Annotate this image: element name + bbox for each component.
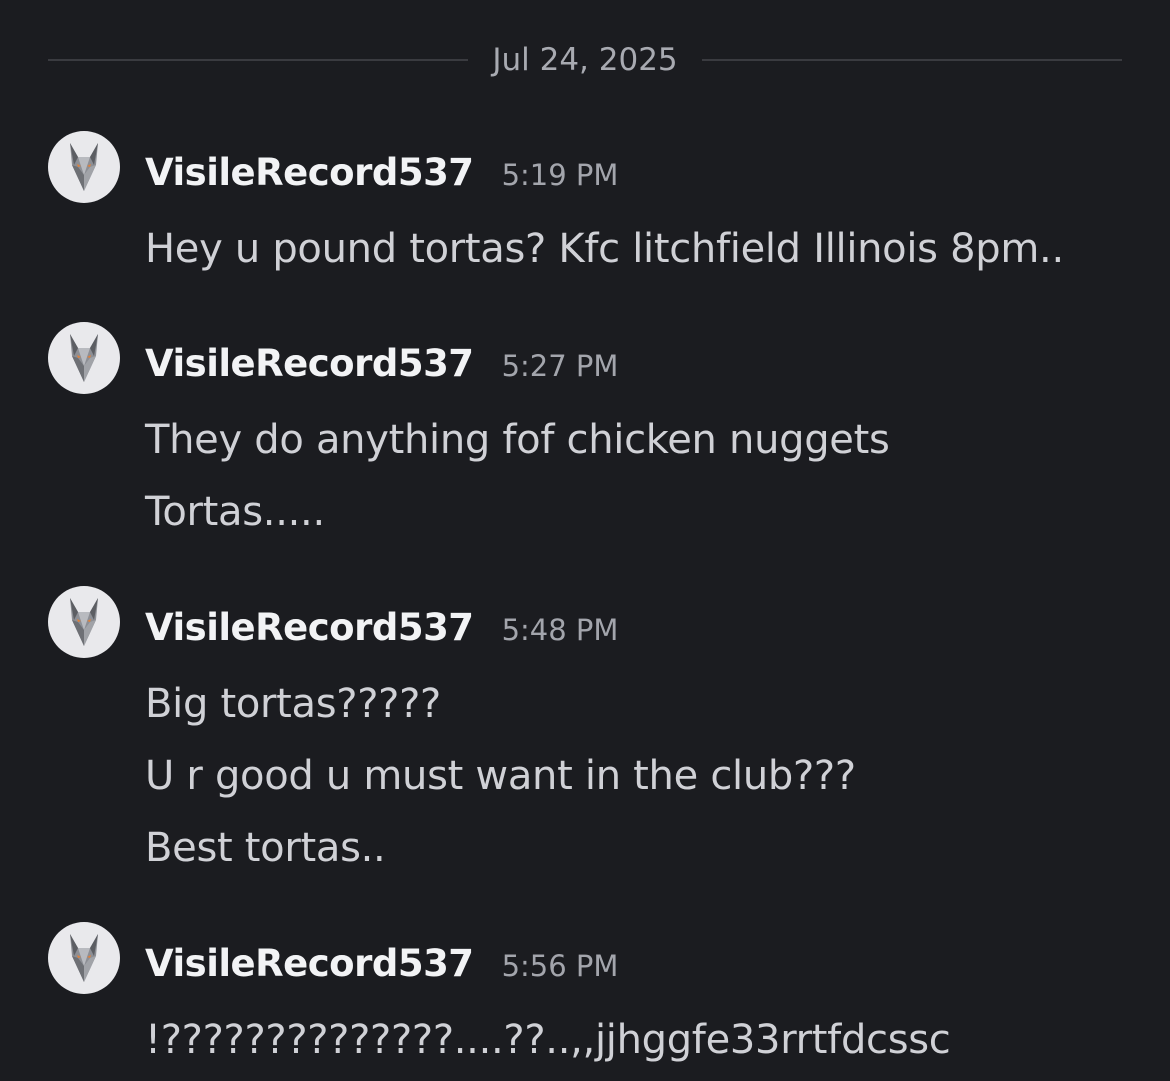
user-avatar[interactable] [48, 586, 120, 658]
message-text[interactable]: Best tortas.. [145, 812, 856, 884]
wolf-head-avatar-icon [70, 598, 98, 646]
message-text[interactable]: Hey u pound tortas? Kfc litchfield Illin… [145, 213, 1064, 285]
message-timestamp: 5:27 PM [501, 349, 619, 383]
message-list: VisileRecord537 5:19 PM Hey u pound tort… [0, 0, 1170, 1081]
username[interactable]: VisileRecord537 [145, 342, 474, 385]
username[interactable]: VisileRecord537 [145, 942, 474, 985]
message-timestamp: 5:56 PM [501, 949, 619, 983]
message-timestamp: 5:19 PM [501, 158, 619, 192]
message-timestamp: 5:48 PM [501, 613, 619, 647]
message-text[interactable]: Tortas..... [145, 476, 890, 548]
message-body: Big tortas????? U r good u must want in … [145, 668, 856, 884]
user-avatar[interactable] [48, 322, 120, 394]
user-avatar[interactable] [48, 131, 120, 203]
username[interactable]: VisileRecord537 [145, 606, 474, 649]
username[interactable]: VisileRecord537 [145, 151, 474, 194]
message-header: VisileRecord537 5:27 PM [145, 342, 618, 385]
user-avatar[interactable] [48, 922, 120, 994]
message-header: VisileRecord537 5:56 PM [145, 942, 618, 985]
message-text[interactable]: They do anything fof chicken nuggets [145, 404, 890, 476]
message-header: VisileRecord537 5:48 PM [145, 606, 618, 649]
wolf-head-avatar-icon [70, 143, 98, 191]
message-body: !??????????????....??..,,jjhggfe33rrtfdc… [145, 1004, 951, 1076]
wolf-head-avatar-icon [70, 934, 98, 982]
message-text[interactable]: !??????????????....??..,,jjhggfe33rrtfdc… [145, 1004, 951, 1076]
message-body: Hey u pound tortas? Kfc litchfield Illin… [145, 213, 1064, 285]
message-text[interactable]: U r good u must want in the club??? [145, 740, 856, 812]
message-header: VisileRecord537 5:19 PM [145, 151, 618, 194]
wolf-head-avatar-icon [70, 334, 98, 382]
message-text[interactable]: Big tortas????? [145, 668, 856, 740]
message-body: They do anything fof chicken nuggets Tor… [145, 404, 890, 548]
